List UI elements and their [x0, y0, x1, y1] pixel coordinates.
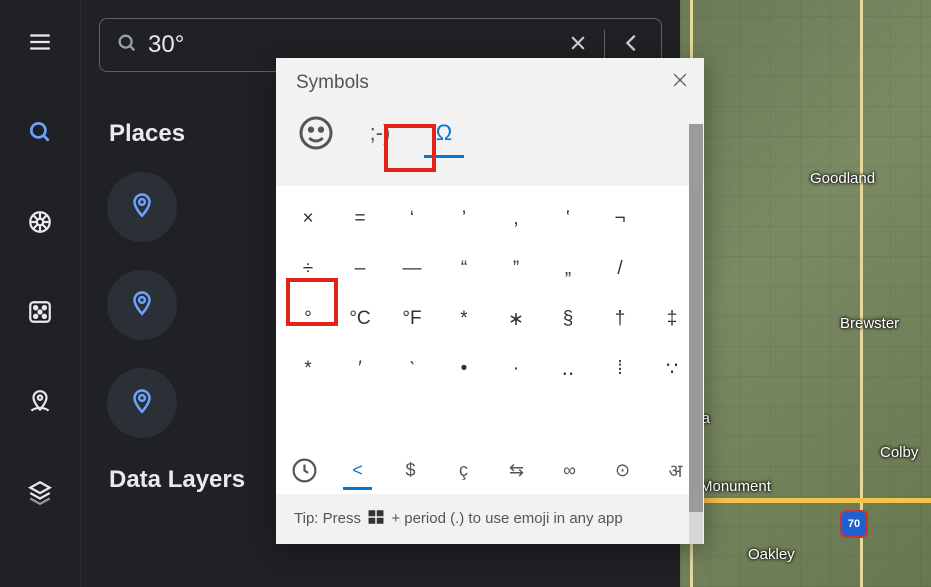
windows-key-icon	[367, 508, 385, 530]
symbols-title: Symbols	[296, 72, 684, 94]
symbols-close-button[interactable]	[670, 70, 690, 90]
symbol-cell[interactable]: ×	[282, 194, 334, 244]
map-view[interactable]: Goodland Brewster ona Monument Oakley Co…	[680, 0, 931, 587]
wheel-nav-button[interactable]	[18, 200, 62, 244]
pin-stack-nav-button[interactable]	[18, 380, 62, 424]
tab-symbols[interactable]: Ω	[424, 110, 464, 158]
symbol-cell[interactable]: „	[542, 244, 594, 294]
symbol-cell[interactable]: °	[282, 294, 334, 344]
map-label-colby: Colby	[880, 444, 918, 461]
place-pin-icon	[107, 368, 177, 438]
nav-rail	[0, 0, 80, 587]
symbol-cell[interactable]: §	[542, 294, 594, 344]
menu-button[interactable]	[18, 20, 62, 64]
symbol-cell[interactable]: ’	[438, 194, 490, 244]
symbol-category[interactable]: ⊙	[608, 454, 637, 490]
symbol-category[interactable]: ç	[449, 454, 478, 490]
scrollbar-thumb[interactable]	[689, 124, 703, 512]
search-nav-button[interactable]	[18, 110, 62, 154]
symbol-category[interactable]: <	[343, 454, 372, 490]
symbol-cell[interactable]: ‚	[490, 194, 542, 244]
back-button[interactable]	[609, 32, 655, 59]
symbol-cell[interactable]: =	[334, 194, 386, 244]
symbol-cell[interactable]: —	[386, 244, 438, 294]
symbol-cell[interactable]: *	[282, 344, 334, 394]
place-pin-icon	[107, 270, 177, 340]
symbol-cell[interactable]: •	[438, 344, 490, 394]
symbol-category[interactable]: ⇆	[502, 454, 531, 490]
clear-button[interactable]	[556, 33, 600, 58]
layers-nav-button[interactable]	[18, 470, 62, 514]
symbols-panel: Symbols ;-) Ω ×=‘’‚‛¬÷–—“”„/°°C°F*∗§†‡*′…	[276, 58, 704, 544]
symbol-cell[interactable]: ‛	[542, 194, 594, 244]
tab-emoji[interactable]	[296, 110, 336, 158]
symbols-tip: Tip: Press + period (.) to use emoji in …	[276, 494, 704, 544]
symbol-cell[interactable]: ′	[334, 344, 386, 394]
map-label-oakley: Oakley	[748, 546, 795, 563]
map-label-goodland: Goodland	[810, 170, 875, 187]
symbol-cell[interactable]: ⁞	[594, 344, 646, 394]
symbol-cell[interactable]: ·	[490, 344, 542, 394]
dice-nav-button[interactable]	[18, 290, 62, 334]
map-label-brewster: Brewster	[840, 315, 899, 332]
symbol-category[interactable]: अ	[661, 454, 690, 490]
symbol-cell[interactable]: *	[438, 294, 490, 344]
place-pin-icon	[107, 172, 177, 242]
tab-kaomoji[interactable]: ;-)	[360, 110, 400, 158]
symbol-cell[interactable]: ”	[490, 244, 542, 294]
symbol-category[interactable]: $	[396, 454, 425, 490]
symbol-cell[interactable]: ‥	[542, 344, 594, 394]
symbol-cell[interactable]: ∗	[490, 294, 542, 344]
symbol-cell[interactable]: ‘	[386, 194, 438, 244]
symbols-grid: ×=‘’‚‛¬÷–—“”„/°°C°F*∗§†‡*′‵•·‥⁞∵	[276, 186, 704, 450]
search-input[interactable]	[148, 31, 556, 59]
scrollbar-track[interactable]	[689, 124, 703, 544]
symbol-cell[interactable]: –	[334, 244, 386, 294]
map-label-monument: Monument	[700, 478, 771, 495]
symbol-cell[interactable]: “	[438, 244, 490, 294]
symbols-categories: < $ ç ⇆ ∞ ⊙ अ	[276, 450, 704, 494]
interstate-shield: 70	[840, 510, 868, 538]
symbol-cell[interactable]: °F	[386, 294, 438, 344]
symbol-cell[interactable]: ¬	[594, 194, 646, 244]
symbol-category[interactable]: ∞	[555, 454, 584, 490]
symbol-cell[interactable]: ‵	[386, 344, 438, 394]
symbol-cell[interactable]: †	[594, 294, 646, 344]
search-icon	[106, 32, 148, 59]
symbol-cell[interactable]: /	[594, 244, 646, 294]
symbol-category[interactable]	[290, 454, 319, 490]
symbol-cell[interactable]: °C	[334, 294, 386, 344]
symbol-cell[interactable]: ÷	[282, 244, 334, 294]
